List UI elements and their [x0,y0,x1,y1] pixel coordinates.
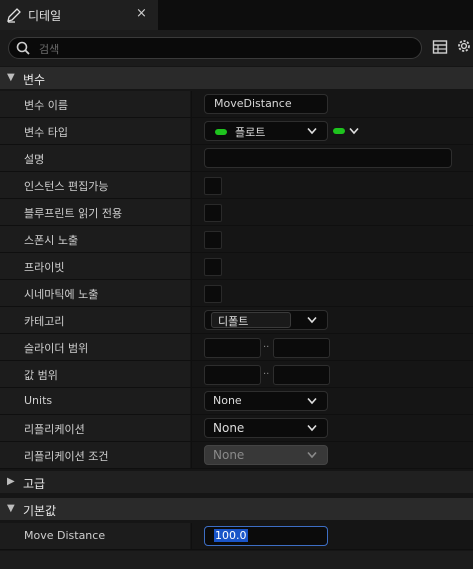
value-range-max-input[interactable] [273,365,330,385]
row-move-distance: Move Distance 100.0 [0,523,473,550]
tab-title: 디테일 [28,9,62,23]
tab-bar: 디테일 × [0,0,473,30]
bottom-strip [0,551,473,569]
replication-dropdown[interactable]: None [204,418,328,438]
property-label: 변수 타입 [24,126,68,139]
gear-icon[interactable] [455,37,473,55]
pencil-icon [7,8,21,23]
expose-to-cinematics-checkbox[interactable] [204,285,222,303]
row-private: 프라이빗 [0,253,473,280]
value-range-min-input[interactable] [204,365,261,385]
property-label: 슬라이더 범위 [24,342,89,355]
units-value: None [213,394,242,407]
row-replication: 리플리케이션 None [0,415,473,442]
caret-down-icon: ▼ [7,72,15,83]
chevron-down-icon [307,451,317,459]
variable-type-dropdown[interactable]: 플로트 [204,121,328,141]
property-label: 인스턴스 편집가능 [24,180,109,193]
variable-name-value: MoveDistance [214,97,292,110]
row-expose-on-spawn: 스폰시 노출 [0,226,473,253]
float-pin-icon [215,129,227,135]
property-label: 리플리케이션 조건 [24,450,109,463]
row-replication-condition: 리플리케이션 조건 None [0,442,473,469]
property-label: 카테고리 [24,315,65,328]
section-label: 변수 [23,73,46,87]
row-description: 설명 [0,145,473,172]
slider-range-max-input[interactable] [273,338,330,358]
caret-down-icon: ▼ [7,503,15,514]
search-icon [16,41,30,55]
property-label: 변수 이름 [24,99,68,112]
row-expose-to-cinematics: 시네마틱에 노출 [0,280,473,307]
section-advanced[interactable]: ▶ 고급 [0,471,473,493]
section-label: 기본값 [23,504,57,518]
slider-range-min-input[interactable] [204,338,261,358]
chevron-down-icon [307,397,317,405]
private-checkbox[interactable] [204,258,222,276]
property-label: 리플리케이션 [24,423,85,436]
section-variable[interactable]: ▼ 변수 [0,67,473,89]
row-value-range: 값 범위 .. [0,361,473,388]
search-input[interactable]: 검색 [8,37,422,59]
grid-icon[interactable] [432,39,448,55]
property-label: 프라이빗 [24,261,65,274]
chevron-down-icon [307,316,317,324]
property-label: Units [24,394,53,407]
row-blueprint-read-only: 블루프린트 읽기 전용 [0,199,473,226]
property-label: 설명 [24,153,45,166]
variable-type-value: 플로트 [235,126,266,139]
replication-value: None [213,421,245,435]
property-label: 블루프린트 읽기 전용 [24,207,123,220]
section-label: 고급 [23,477,46,491]
row-variable-name: 변수 이름 MoveDistance [0,91,473,118]
row-category: 카테고리 디폴트 [0,307,473,334]
close-icon[interactable]: × [136,6,147,21]
row-instance-editable: 인스턴스 편집가능 [0,172,473,199]
chevron-down-icon [307,127,317,135]
property-label: 시네마틱에 노출 [24,288,99,301]
move-distance-input[interactable]: 100.0 [204,526,328,546]
tab-details[interactable]: 디테일 × [0,0,158,30]
search-row: 검색 [0,30,473,66]
chevron-down-icon[interactable] [349,127,359,135]
chevron-down-icon [307,424,317,432]
row-slider-range: 슬라이더 범위 .. [0,334,473,361]
caret-right-icon: ▶ [7,476,15,487]
description-input[interactable] [204,148,452,168]
property-label: Move Distance [24,529,106,542]
move-distance-value: 100.0 [214,529,248,542]
instance-editable-checkbox[interactable] [204,177,222,195]
container-type-pin-icon[interactable] [333,128,345,134]
replication-condition-dropdown: None [204,445,328,465]
replication-condition-value: None [213,448,245,462]
expose-on-spawn-checkbox[interactable] [204,231,222,249]
property-label: 스폰시 노출 [24,234,79,247]
units-dropdown[interactable]: None [204,391,328,411]
category-value: 디폴트 [218,315,249,328]
search-placeholder: 검색 [39,43,60,56]
category-dropdown[interactable]: 디폴트 [204,310,328,330]
blueprint-read-only-checkbox[interactable] [204,204,222,222]
variable-name-input[interactable]: MoveDistance [204,94,328,114]
section-default-value[interactable]: ▼ 기본값 [0,498,473,520]
row-units: Units None [0,388,473,415]
category-text-field[interactable]: 디폴트 [211,312,291,328]
range-separator: .. [263,366,270,377]
range-separator: .. [263,339,270,350]
row-variable-type: 변수 타입 플로트 [0,118,473,145]
property-label: 값 범위 [24,369,58,382]
